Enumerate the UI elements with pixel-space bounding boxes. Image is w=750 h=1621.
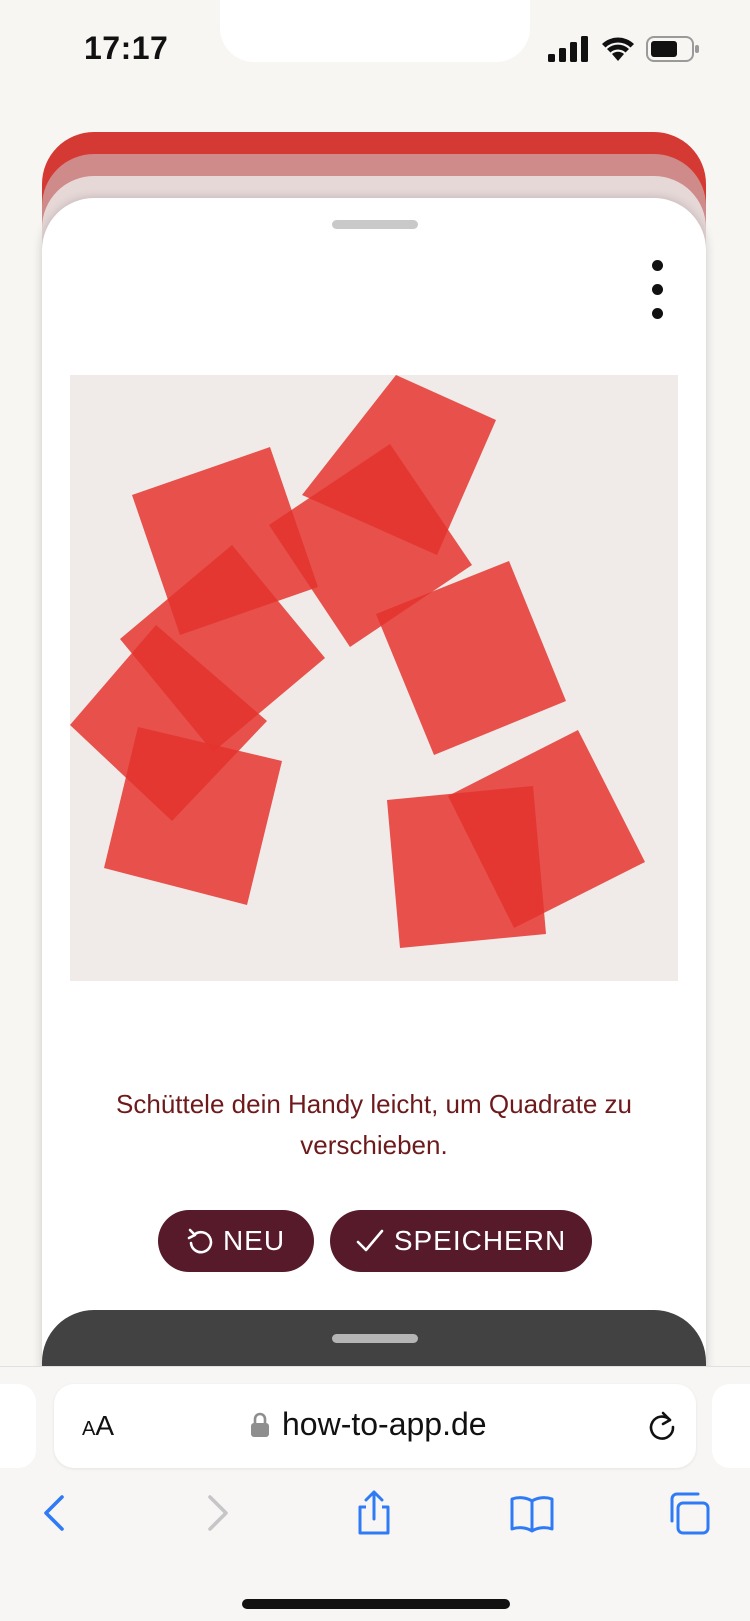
more-options-icon[interactable]	[642, 260, 672, 320]
battery-icon	[646, 36, 699, 62]
status-time: 17:17	[84, 30, 169, 66]
artwork-canvas[interactable]	[70, 375, 678, 981]
browser-chrome: AA how-to-app.de	[0, 1366, 750, 1621]
next-tab-peek[interactable]	[712, 1384, 750, 1468]
reload-icon[interactable]	[646, 1408, 678, 1442]
squares-artwork	[70, 375, 645, 948]
instruction-text: Schüttele dein Handy leicht, um Quadrate…	[116, 1089, 632, 1160]
url-text[interactable]: how-to-app.de	[282, 1406, 487, 1443]
reset-icon	[187, 1228, 213, 1254]
cellular-signal-icon	[548, 36, 588, 62]
sheet-grabber[interactable]	[332, 220, 418, 229]
forward-icon[interactable]	[192, 1489, 240, 1537]
home-indicator	[242, 1599, 510, 1609]
save-button-label: SPEICHERN	[393, 1225, 567, 1256]
bookmarks-icon[interactable]	[508, 1489, 556, 1537]
wifi-icon	[602, 37, 634, 61]
main-sheet: Schüttele dein Handy leicht, um Quadrate…	[42, 198, 706, 1398]
check-icon	[356, 1229, 384, 1252]
previous-tab-peek[interactable]	[0, 1384, 36, 1468]
notch	[220, 0, 530, 62]
new-button[interactable]: NEU	[158, 1210, 314, 1272]
bottom-sheet-grabber[interactable]	[332, 1334, 418, 1343]
tabs-icon[interactable]	[666, 1489, 714, 1537]
status-bar: 17:17	[0, 0, 750, 100]
address-bar[interactable]: AA how-to-app.de	[54, 1384, 696, 1468]
share-icon[interactable]	[350, 1489, 398, 1537]
red-square-9	[387, 786, 546, 948]
lock-icon	[251, 1412, 269, 1437]
back-icon[interactable]	[32, 1489, 80, 1537]
new-button-label: NEU	[222, 1225, 286, 1256]
save-button[interactable]: SPEICHERN	[330, 1210, 592, 1272]
text-size-button[interactable]: AA	[82, 1410, 114, 1442]
text-size-label-suffix: A	[95, 1410, 115, 1441]
